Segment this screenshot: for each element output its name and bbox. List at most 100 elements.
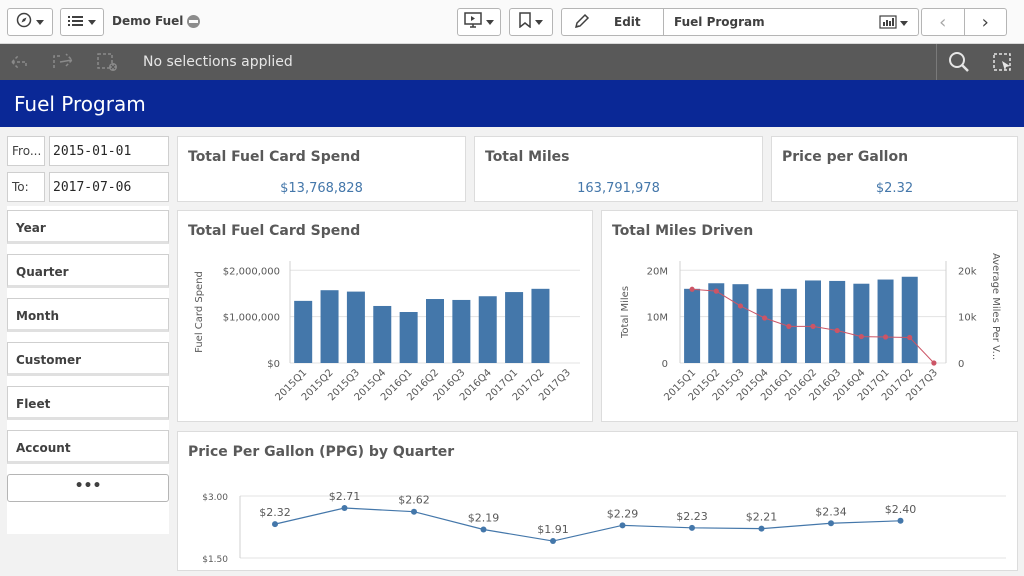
edit-sheet-group: Edit Fuel Program xyxy=(561,8,919,36)
edit-button[interactable]: Edit xyxy=(562,9,664,35)
bar xyxy=(853,283,870,363)
global-menu-button[interactable] xyxy=(60,8,104,36)
line-point xyxy=(931,360,937,366)
app-name[interactable]: Demo Fuel xyxy=(112,14,201,28)
bar xyxy=(320,290,339,363)
y-tick-label: 10M xyxy=(647,313,668,324)
data-label: $1.91 xyxy=(537,523,569,536)
date-from-field[interactable]: 2015-01-01 xyxy=(49,136,169,166)
sheet-title-band: Fuel Program xyxy=(0,80,1024,127)
presentation-icon xyxy=(464,12,482,32)
selections-status: No selections applied xyxy=(143,54,293,70)
date-to-field[interactable]: 2017-07-06 xyxy=(49,172,169,202)
selections-bar: No selections applied xyxy=(0,44,1024,80)
kpi-value: $2.32 xyxy=(875,181,914,196)
line-series xyxy=(274,507,901,542)
data-label: $2.32 xyxy=(259,506,291,519)
chevron-down-icon xyxy=(535,19,543,25)
step-back-icon[interactable] xyxy=(8,52,30,72)
line-point xyxy=(713,288,719,294)
line-point xyxy=(907,334,913,341)
top-toolbar: Demo Fuel Edit Fuel Program ‹ › xyxy=(0,0,1024,44)
bar xyxy=(505,292,524,363)
story-button[interactable] xyxy=(457,8,501,36)
next-sheet-button[interactable]: › xyxy=(965,9,1007,35)
navigation-menu-button[interactable] xyxy=(7,8,53,36)
kpi-title: Price per Gallon xyxy=(782,149,909,165)
sheet-thumbnail-icon xyxy=(879,15,897,32)
more-filters-button[interactable]: ••• xyxy=(7,474,169,502)
line-point xyxy=(689,524,695,531)
sheet-selector[interactable]: Fuel Program xyxy=(664,9,918,35)
bar xyxy=(399,312,418,363)
bar xyxy=(756,288,773,363)
line-point xyxy=(689,286,695,292)
ppg-line-chart[interactable]: $3.00 $1.50 $2.32 $2.71 $2.62 $2.19 $1.91 $2.29… xyxy=(178,432,1017,570)
y-tick-label: $1,000,000 xyxy=(223,313,280,324)
chart-card-fuel-spend[interactable]: Total Fuel Card Spend $0 $1,000,000 $2,000… xyxy=(177,210,593,422)
line-point xyxy=(810,323,816,329)
chevron-down-icon xyxy=(36,19,44,25)
filter-customer[interactable]: Customer xyxy=(7,342,169,376)
fuel-spend-bar-chart[interactable]: $0$1,000,000$2,000,000Fuel Card Spend201… xyxy=(178,211,592,421)
y-tick-label: $1.50 xyxy=(202,555,228,565)
bookmarks-button[interactable] xyxy=(509,8,553,36)
line-point xyxy=(272,521,278,528)
chevron-right-icon: › xyxy=(981,11,989,33)
line-point xyxy=(882,334,889,340)
filter-month[interactable]: Month xyxy=(7,298,169,332)
data-label: $2.29 xyxy=(607,507,639,520)
bar xyxy=(732,284,749,363)
compass-icon xyxy=(16,12,32,32)
edit-label: Edit xyxy=(614,15,641,29)
bar xyxy=(805,280,821,363)
line-point xyxy=(550,538,556,545)
filter-fleet[interactable]: Fleet xyxy=(7,386,169,420)
filter-account[interactable]: Account xyxy=(7,430,169,464)
search-icon[interactable] xyxy=(948,51,970,72)
bar xyxy=(877,279,894,363)
chart-card-miles-driven[interactable]: Total Miles Driven 0 10M 20M 0 10k 20k Total M… xyxy=(601,210,1018,422)
line-point xyxy=(834,327,840,334)
data-label: $2.34 xyxy=(815,505,847,518)
bar xyxy=(294,300,313,363)
chevron-down-icon xyxy=(900,21,908,26)
bar xyxy=(373,305,392,363)
line-point xyxy=(341,504,348,511)
y2-axis-label: Average Miles Per V... xyxy=(990,253,1001,360)
bar xyxy=(829,280,846,363)
y-tick-label: $3.00 xyxy=(202,493,228,503)
line-point xyxy=(786,323,792,329)
line-point xyxy=(411,508,417,515)
y-tick-label: 20M xyxy=(647,266,668,277)
sheet-selector-label: Fuel Program xyxy=(674,15,765,29)
bar xyxy=(478,296,497,363)
divider xyxy=(936,44,937,80)
date-from-picker[interactable]: Fro... 2015-01-01 xyxy=(7,136,169,166)
chart-card-ppg[interactable]: Price Per Gallon (PPG) by Quarter $3.00 $… xyxy=(177,431,1018,571)
date-to-label: To: xyxy=(7,172,45,202)
filter-pane: Year Quarter Month Customer Fleet Accoun… xyxy=(7,206,169,534)
data-label: $2.23 xyxy=(676,510,708,523)
filter-quarter[interactable]: Quarter xyxy=(7,254,169,288)
miles-driven-combo-chart[interactable]: 0 10M 20M 0 10k 20k Total Miles Average Miles P… xyxy=(602,211,1017,421)
filter-year[interactable]: Year xyxy=(7,210,169,244)
bar xyxy=(684,288,701,363)
kpi-card-total-miles[interactable]: Total Miles 163,791,978 xyxy=(474,136,763,202)
line-point xyxy=(737,303,744,309)
sheet-navigation: ‹ › xyxy=(921,8,1007,36)
date-from-label: Fro... xyxy=(7,136,45,166)
date-to-picker[interactable]: To: 2017-07-06 xyxy=(7,172,169,202)
data-label: $2.19 xyxy=(468,511,500,524)
bar xyxy=(452,299,471,363)
kpi-card-fuel-spend[interactable]: Total Fuel Card Spend $13,768,828 xyxy=(177,136,466,202)
y-tick-label: $2,000,000 xyxy=(223,266,280,277)
bar xyxy=(901,276,918,363)
kpi-title: Total Miles xyxy=(485,149,570,165)
kpi-card-price-per-gallon[interactable]: Price per Gallon $2.32 xyxy=(771,136,1018,202)
previous-sheet-button[interactable]: ‹ xyxy=(922,9,965,35)
clear-selections-icon[interactable] xyxy=(96,52,118,72)
selection-tool-icon[interactable] xyxy=(992,52,1014,72)
step-forward-icon[interactable] xyxy=(52,52,74,72)
line-point xyxy=(762,315,768,321)
